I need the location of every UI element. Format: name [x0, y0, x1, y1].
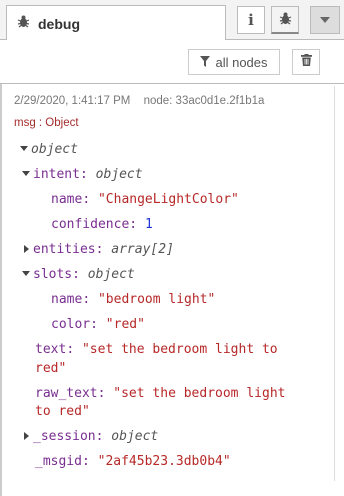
- tree-value: "ChangeLightColor": [97, 192, 239, 207]
- tree-leaf-intent-name: name: "ChangeLightColor": [51, 192, 239, 207]
- tree-key: _msgid: [35, 454, 82, 469]
- tree-key: entities: [33, 242, 96, 257]
- tab-debug-label: debug: [38, 15, 80, 32]
- tree-value: to red": [35, 404, 90, 419]
- tree-value: 1: [144, 217, 153, 232]
- tree-key: slots: [33, 267, 73, 282]
- tree-value: "red": [105, 317, 145, 332]
- clear-messages-button[interactable]: [292, 49, 320, 75]
- caret-down-icon: [22, 271, 30, 276]
- debug-message: 2/29/2020, 1:41:17 PM node: 33ac0d1e.2f1…: [4, 86, 335, 481]
- tree-key: intent: [33, 167, 80, 182]
- caret-right-icon: [24, 432, 29, 440]
- tree-leaf-text-cont: red": [35, 361, 66, 377]
- sidebar-menu-button[interactable]: [310, 6, 340, 34]
- tree-value: "set the bedroom light to: [81, 342, 278, 357]
- tree-key: _session: [33, 429, 96, 444]
- tab-debug[interactable]: debug: [6, 5, 226, 41]
- filter-nodes-button[interactable]: all nodes: [188, 49, 280, 75]
- message-meta: 2/29/2020, 1:41:17 PM node: 33ac0d1e.2f1…: [14, 95, 264, 107]
- tree-value: "2af45b23.3db0b4": [97, 454, 231, 469]
- caret-right-icon: [24, 245, 29, 253]
- filter-icon: [200, 55, 211, 70]
- tree-key: color: [51, 317, 91, 332]
- message-topic: msg : Object: [14, 117, 79, 129]
- tree-key: name: [51, 292, 83, 307]
- tree-leaf-slots-color: color: "red": [51, 317, 145, 332]
- tree-node-slots[interactable]: slots: object: [22, 267, 135, 283]
- caret-down-icon: [22, 171, 30, 176]
- bug-icon: [279, 12, 292, 28]
- tree-type: object: [87, 267, 135, 282]
- message-node-link[interactable]: node: 33ac0d1e.2f1b1a: [144, 95, 265, 107]
- tree-leaf-raw-text: raw_text: "set the bedroom light: [35, 386, 286, 401]
- tree-root[interactable]: object: [20, 142, 78, 158]
- tree-leaf-raw-text-cont: to red": [35, 404, 90, 420]
- tree-node-entities[interactable]: entities: array[2]: [24, 242, 174, 258]
- tree-value: "set the bedroom light: [113, 386, 286, 401]
- message-timestamp: 2/29/2020, 1:41:17 PM: [14, 95, 131, 107]
- tree-type: array[2]: [111, 242, 174, 257]
- tree-type: object: [95, 167, 143, 182]
- tree-key: text: [35, 342, 67, 357]
- tree-leaf-text: text: "set the bedroom light to: [35, 342, 278, 357]
- tree-value: red": [35, 361, 67, 376]
- tree-node-session[interactable]: _session: object: [24, 429, 158, 445]
- tree-value: "bedroom light": [97, 292, 216, 307]
- debug-message-list[interactable]: 2/29/2020, 1:41:17 PM node: 33ac0d1e.2f1…: [0, 84, 344, 496]
- tree-key: confidence: [51, 217, 130, 232]
- sidebar-tab-bar: debug i: [0, 0, 344, 41]
- tree-key: raw_text: [35, 386, 98, 401]
- caret-down-icon: [20, 146, 28, 151]
- info-icon[interactable]: i: [237, 6, 265, 34]
- trash-icon: [300, 53, 312, 71]
- tree-leaf-slots-name: name: "bedroom light": [51, 292, 216, 307]
- tree-key: name: [51, 192, 83, 207]
- tree-type: object: [111, 429, 159, 444]
- tree-leaf-msgid: _msgid: "2af45b23.3db0b4": [35, 454, 231, 469]
- filter-label: all nodes: [215, 54, 268, 70]
- debug-toolbar: all nodes: [0, 40, 344, 84]
- bug-icon: [17, 15, 30, 33]
- tree-node-intent[interactable]: intent: object: [22, 167, 143, 183]
- chevron-down-icon: [320, 17, 330, 23]
- debug-tab-button[interactable]: [271, 6, 299, 34]
- tree-leaf-intent-confidence: confidence: 1: [51, 217, 153, 232]
- root-type: object: [31, 142, 78, 157]
